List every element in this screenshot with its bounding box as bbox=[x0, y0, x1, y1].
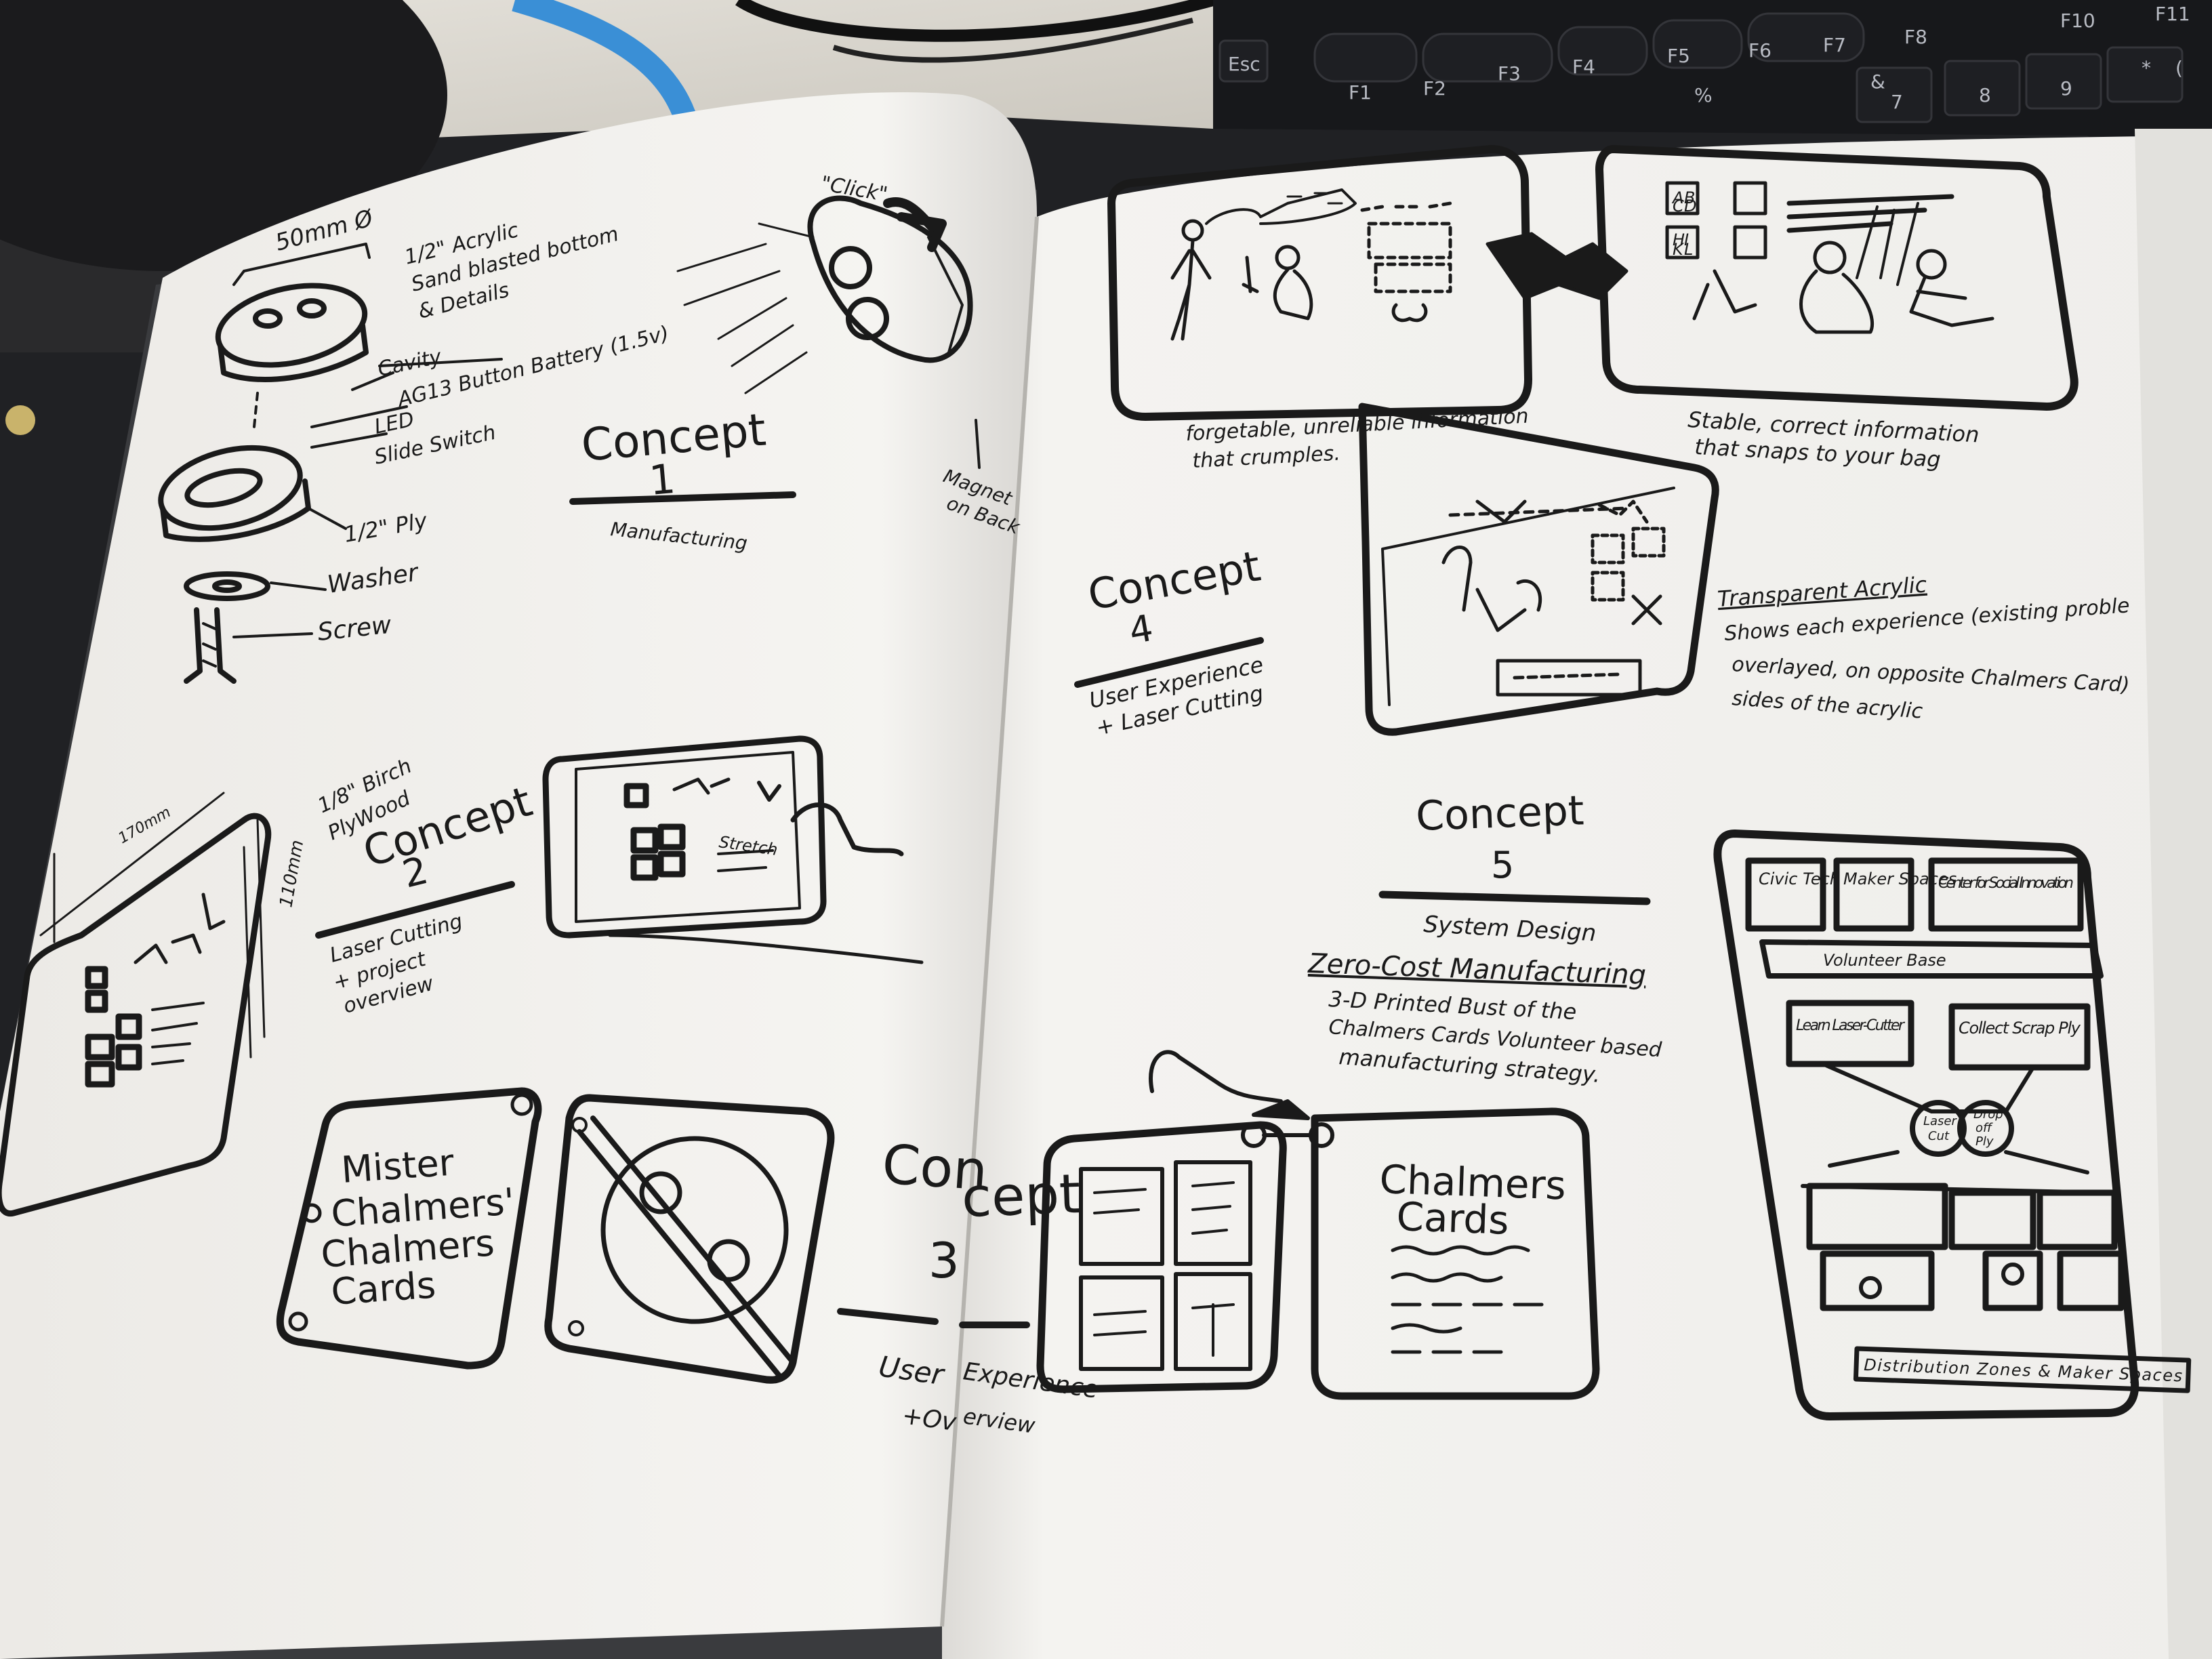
key-f2: F2 bbox=[1423, 77, 1446, 100]
photo-scene: Esc F1 F2 F3 F4 F5 F6 F7 F8 F10 F11 % & … bbox=[0, 0, 2212, 1659]
diagram-box-center: Center for Social Innovation bbox=[1938, 875, 2074, 892]
key-7: 7 bbox=[1891, 91, 1903, 113]
concept1-number: 1 bbox=[647, 455, 677, 505]
key-f7: F7 bbox=[1823, 34, 1846, 56]
concept3-title-part2: cept bbox=[960, 1162, 1081, 1229]
diagram-circle-laser: Laser bbox=[1923, 1114, 1958, 1128]
key-f11: F11 bbox=[2155, 3, 2190, 25]
key-asterisk: * bbox=[2142, 57, 2151, 79]
panel-letter-l: L bbox=[1684, 240, 1693, 259]
diagram-box-civic-1: Civic Tech bbox=[1759, 869, 1840, 888]
key-f1: F1 bbox=[1349, 81, 1372, 104]
diagram-circle-drop: Drop bbox=[1973, 1107, 2003, 1122]
diagram-band-volunteer: Volunteer Base bbox=[1823, 951, 1946, 970]
key-f6: F6 bbox=[1748, 39, 1771, 62]
key-paren: ( bbox=[2175, 57, 2183, 79]
key-f5: F5 bbox=[1667, 45, 1690, 67]
diagram-circle-off: off bbox=[1975, 1121, 1993, 1135]
key-esc: Esc bbox=[1228, 53, 1261, 75]
diagram-circle-cut: Cut bbox=[1928, 1129, 1950, 1143]
key-f8: F8 bbox=[1904, 26, 1927, 48]
key-8: 8 bbox=[1979, 84, 1991, 106]
key-9: 9 bbox=[2060, 77, 2072, 100]
key-f10: F10 bbox=[2060, 9, 2095, 32]
diagram-box-learn: Learn Laser-Cutter bbox=[1796, 1017, 1906, 1034]
card-front-line-1: Mister bbox=[340, 1141, 456, 1191]
key-ampersand: & bbox=[1870, 70, 1885, 93]
concept5-title: Concept bbox=[1415, 787, 1584, 840]
diagram-circle-ply: Ply bbox=[1975, 1134, 1994, 1149]
panel-letter-d: D bbox=[1684, 197, 1696, 216]
concept3-number: 3 bbox=[928, 1232, 960, 1289]
diagram-box-collect: Collect Scrap Ply bbox=[1959, 1019, 2081, 1038]
card-back-line-2: Cards bbox=[1396, 1193, 1510, 1244]
card-front-line-4: Cards bbox=[330, 1263, 437, 1313]
key-percent: % bbox=[1694, 84, 1713, 106]
concept5-number: 5 bbox=[1491, 844, 1514, 886]
panel-letter-c: C bbox=[1673, 197, 1684, 216]
panel-letter-k: K bbox=[1673, 240, 1685, 259]
key-f4: F4 bbox=[1572, 56, 1595, 78]
key-f3: F3 bbox=[1498, 62, 1521, 85]
